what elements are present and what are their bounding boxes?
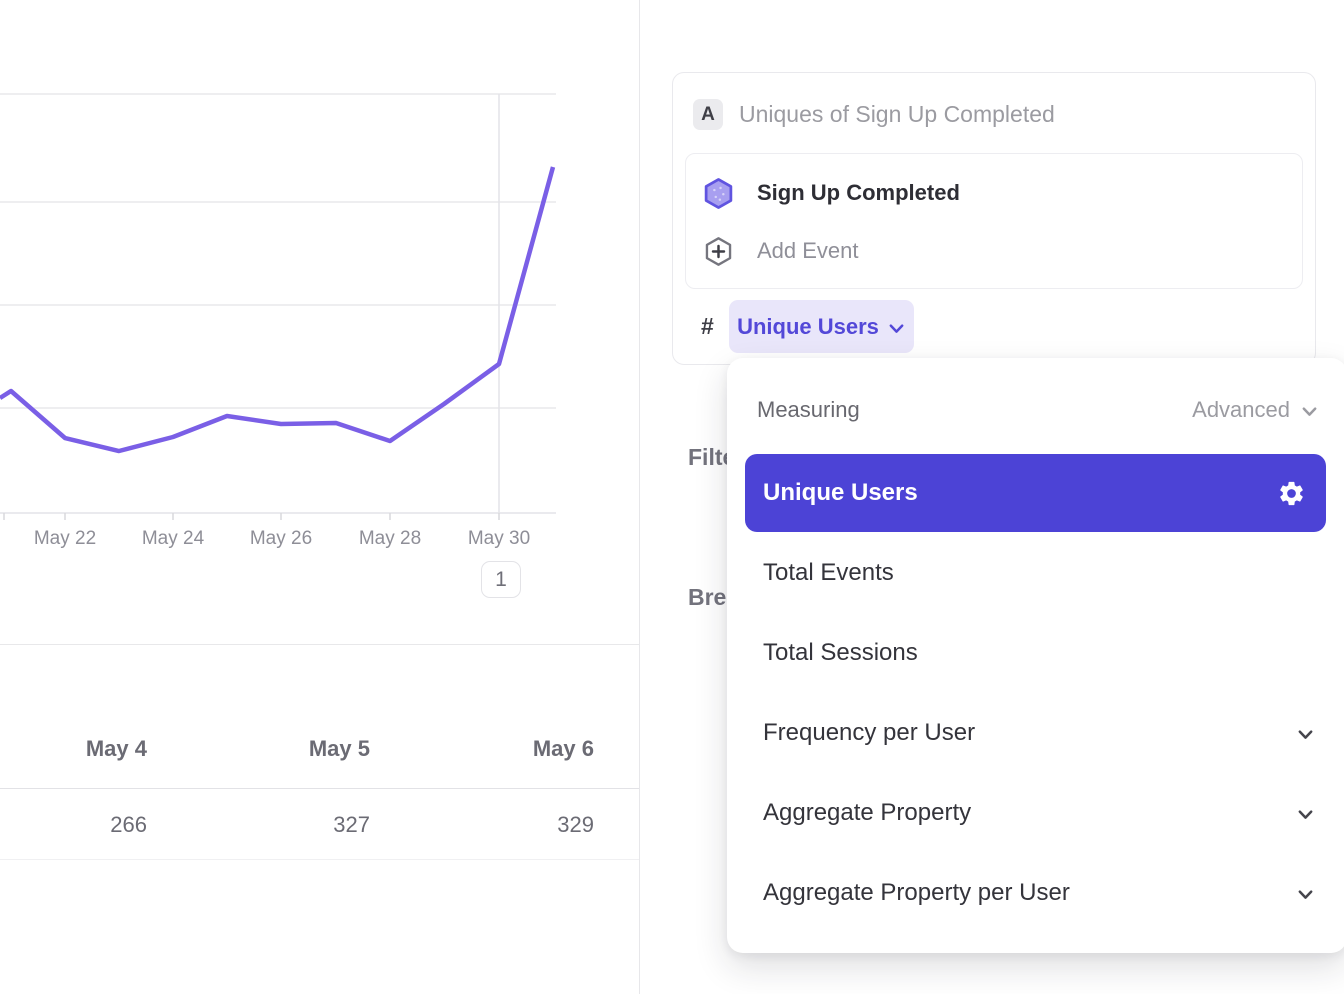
measuring-dropdown-header: Measuring Advanced [757,394,1319,426]
measuring-dropdown: Measuring Advanced Unique Users Total Eve… [727,358,1344,953]
table-header-rule [0,788,639,789]
table-cell-value: 329 [374,812,594,838]
table-column-header: May 4 [0,736,147,762]
x-axis-tick-label: May 28 [359,528,421,549]
table-cell-value: 266 [0,812,147,838]
menu-item-label: Aggregate Property per User [763,879,1070,907]
table-column-header: May 6 [374,736,594,762]
insights-report-view: May 22 May 24 May 26 May 28 May 30 1 May 4 26… [0,0,1344,994]
measuring-mode-label: Advanced [1192,397,1290,423]
table-column-header: May 5 [150,736,370,762]
menu-item-unique-users[interactable]: Unique Users [745,454,1326,532]
chevron-down-icon [1296,725,1315,744]
menu-item-frequency-per-user[interactable]: Frequency per User [727,693,1344,773]
measuring-options-list: Unique Users Total Events Total Sessions Fr… [727,454,1344,933]
chevron-down-icon [887,319,906,338]
table-cell-value: 327 [150,812,370,838]
menu-item-label: Frequency per User [763,719,975,747]
chevron-down-icon [1300,402,1319,421]
menu-item-label: Unique Users [763,479,918,507]
x-axis-tick-label: May 26 [250,528,312,549]
menu-item-total-events[interactable]: Total Events [727,533,1344,613]
chevron-down-icon [1296,805,1315,824]
gear-icon[interactable] [1277,479,1306,508]
x-axis-tick-label: May 24 [142,528,205,549]
event-row-sign-up-completed[interactable]: Sign Up Completed [686,164,1302,222]
menu-item-total-sessions[interactable]: Total Sessions [727,613,1344,693]
table-row-rule [0,859,639,860]
event-name: Sign Up Completed [757,180,960,206]
pane-divider [639,0,640,994]
metric-selector-button[interactable]: Unique Users [729,300,914,353]
x-axis-tick-label: May 30 [468,528,530,549]
series-row: A Uniques of Sign Up Completed [693,99,1055,130]
x-axis-tick-label: May 22 [34,528,96,549]
chart-table-divider [0,644,639,645]
menu-item-label: Aggregate Property [763,799,971,827]
event-card: Sign Up Completed Add Event [685,153,1303,289]
add-event-button[interactable]: Add Event [686,222,1302,280]
metric-label: Unique Users [737,314,879,340]
line-chart: May 22 May 24 May 26 May 28 May 30 [0,0,639,600]
menu-item-aggregate-property[interactable]: Aggregate Property [727,773,1344,853]
number-metric-symbol: # [701,313,719,340]
chart-pagination-badge[interactable]: 1 [481,561,521,598]
hexagon-icon [702,177,735,210]
chevron-down-icon [1296,885,1315,904]
series-title: Uniques of Sign Up Completed [739,101,1055,128]
series-letter-badge: A [693,99,723,130]
menu-item-label: Total Events [763,559,894,587]
metric-row: # Unique Users [701,300,914,353]
add-event-label: Add Event [757,238,859,264]
plus-hexagon-icon [702,235,735,268]
menu-item-aggregate-property-per-user[interactable]: Aggregate Property per User [727,853,1344,933]
query-card: A Uniques of Sign Up Completed Sign Up C… [672,72,1316,365]
measuring-label: Measuring [757,397,860,423]
menu-item-label: Total Sessions [763,639,918,667]
measuring-mode-selector[interactable]: Advanced [1192,397,1319,423]
